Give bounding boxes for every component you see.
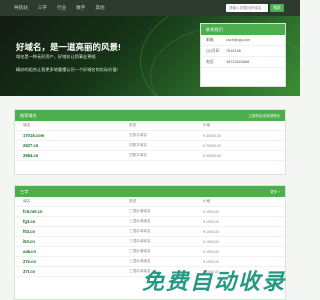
table-header: 域名 类型 价格 (15, 197, 285, 207)
contact-row-email: 邮箱 cszh@qq.com (201, 35, 285, 46)
contact-label: 电话 (206, 59, 214, 64)
panel-title: 推荐域名 (20, 113, 37, 118)
column-header-price: 价格 (203, 199, 211, 203)
domain-type: 三混杂域域名 (129, 249, 151, 253)
watermark-text: 免费自动收录 (142, 269, 287, 294)
domain-name[interactable]: f53.cn (23, 229, 129, 234)
domain-name[interactable]: 2627.cn (23, 143, 129, 148)
domain-name[interactable]: aa6.cn (23, 249, 129, 254)
panel-header: 推荐域名 立即购买/咨询请联系 (15, 110, 285, 121)
table-row[interactable]: 17015.com 五数字域名 ¥ 30000.00 (15, 131, 285, 141)
hero-subtitle-2: 精妙的组合让我更多地看懂认识一个好域名的实际价值! (16, 67, 118, 72)
domain-type: 五数字域名 (129, 133, 147, 137)
table-row[interactable]: aa6.cn 三混杂域域名 ¥ 1000.00 (15, 247, 285, 257)
domain-price: ¥ 1000.00 (203, 249, 219, 254)
search-button[interactable]: 搜索 (270, 4, 284, 12)
contact-label: 邮箱 (206, 37, 214, 42)
domain-name[interactable]: 17015.com (23, 133, 129, 138)
domain-name[interactable]: 2664.cn (23, 153, 129, 158)
column-header-name: 域名 (23, 199, 31, 203)
table-row[interactable]: i53.cn 三混杂域域名 ¥ 1000.00 (15, 237, 285, 247)
domain-type: 三混杂域域名 (129, 209, 151, 213)
panel-more-link[interactable]: 更多 » (270, 189, 280, 194)
contact-header: 联系我们 (201, 24, 285, 35)
panel-header: 三字 更多 » (15, 186, 285, 197)
contact-card: 联系我们 邮箱 cszh@qq.com QQ号码 7615138 电话 1872… (200, 23, 286, 87)
domain-name[interactable]: 27e.cn (23, 259, 129, 264)
domain-type: 三混杂域域名 (129, 229, 151, 233)
table-row[interactable]: f53.cn 三混杂域域名 ¥ 1000.00 (15, 227, 285, 237)
domain-name[interactable]: 37t.cn (23, 269, 129, 274)
column-header-name: 域名 (23, 123, 31, 127)
table-row[interactable]: 2664.cn 四数字域名 ¥ 20000.00 (15, 151, 285, 161)
domain-price: ¥ 1000.00 (203, 219, 219, 224)
domain-price: ¥ 20000.00 (203, 153, 221, 158)
nav-item-industry[interactable]: 行业 (57, 5, 66, 11)
domain-price: ¥ 20000.00 (203, 143, 221, 148)
column-header-type: 类型 (129, 199, 137, 203)
panel-more-link[interactable]: 立即购买/咨询请联系 (249, 113, 280, 118)
nav-links: 导航站 三字 行业 数字 其他 (14, 5, 115, 11)
panel-title: 三字 (20, 189, 29, 194)
nav-item-three[interactable]: 三字 (38, 5, 47, 11)
contact-label: QQ号码 (206, 48, 220, 53)
contact-value: 18723162668 (226, 60, 250, 64)
domain-type: 三混杂域域名 (129, 219, 151, 223)
domain-name[interactable]: fg3.cn (23, 219, 129, 224)
column-header-price: 价格 (203, 123, 211, 127)
domain-type: 四数字域名 (129, 143, 147, 147)
domain-price: ¥ 1000.00 (203, 209, 219, 214)
table-row[interactable]: 2627.cn 四数字域名 ¥ 20000.00 (15, 141, 285, 151)
domain-type: 三混杂域域名 (129, 239, 151, 243)
table-row[interactable]: fc5.net.cn 三混杂域域名 ¥ 1000.00 (15, 207, 285, 217)
nav-item-digits[interactable]: 数字 (76, 5, 85, 11)
domain-name[interactable]: i53.cn (23, 239, 129, 244)
search-input[interactable]: 请输入您要找的域名 (226, 4, 268, 12)
contact-row-phone: 电话 18723162668 (201, 57, 285, 68)
contact-value: 7615138 (226, 49, 241, 53)
nav-item-other[interactable]: 其他 (95, 5, 104, 11)
contact-row-qq: QQ号码 7615138 (201, 46, 285, 57)
domain-price: ¥ 30000.00 (203, 133, 221, 138)
domain-price: ¥ 1000.00 (203, 229, 219, 234)
domain-type: 四数字域名 (129, 153, 147, 157)
domain-price: ¥ 1000.00 (203, 259, 219, 264)
domain-price: ¥ 1000.00 (203, 239, 219, 244)
table-row[interactable]: fg3.cn 三混杂域域名 ¥ 1000.00 (15, 217, 285, 227)
top-nav: 导航站 三字 行业 数字 其他 请输入您要找的域名 搜索 (0, 0, 300, 16)
nav-item-home[interactable]: 导航站 (14, 5, 28, 11)
contact-value[interactable]: cszh@qq.com (226, 38, 250, 42)
hero-title: 好域名，是一道亮丽的风景! (16, 42, 121, 52)
hero-subtitle: 域名是一种无形资产，好域名让您事业更顺 (16, 54, 96, 59)
column-header-type: 类型 (129, 123, 137, 127)
recommended-panel: 推荐域名 立即购买/咨询请联系 域名 类型 价格 17015.com 五数字域名… (14, 109, 286, 175)
table-header: 域名 类型 价格 (15, 121, 285, 131)
domain-name[interactable]: fc5.net.cn (23, 209, 129, 214)
